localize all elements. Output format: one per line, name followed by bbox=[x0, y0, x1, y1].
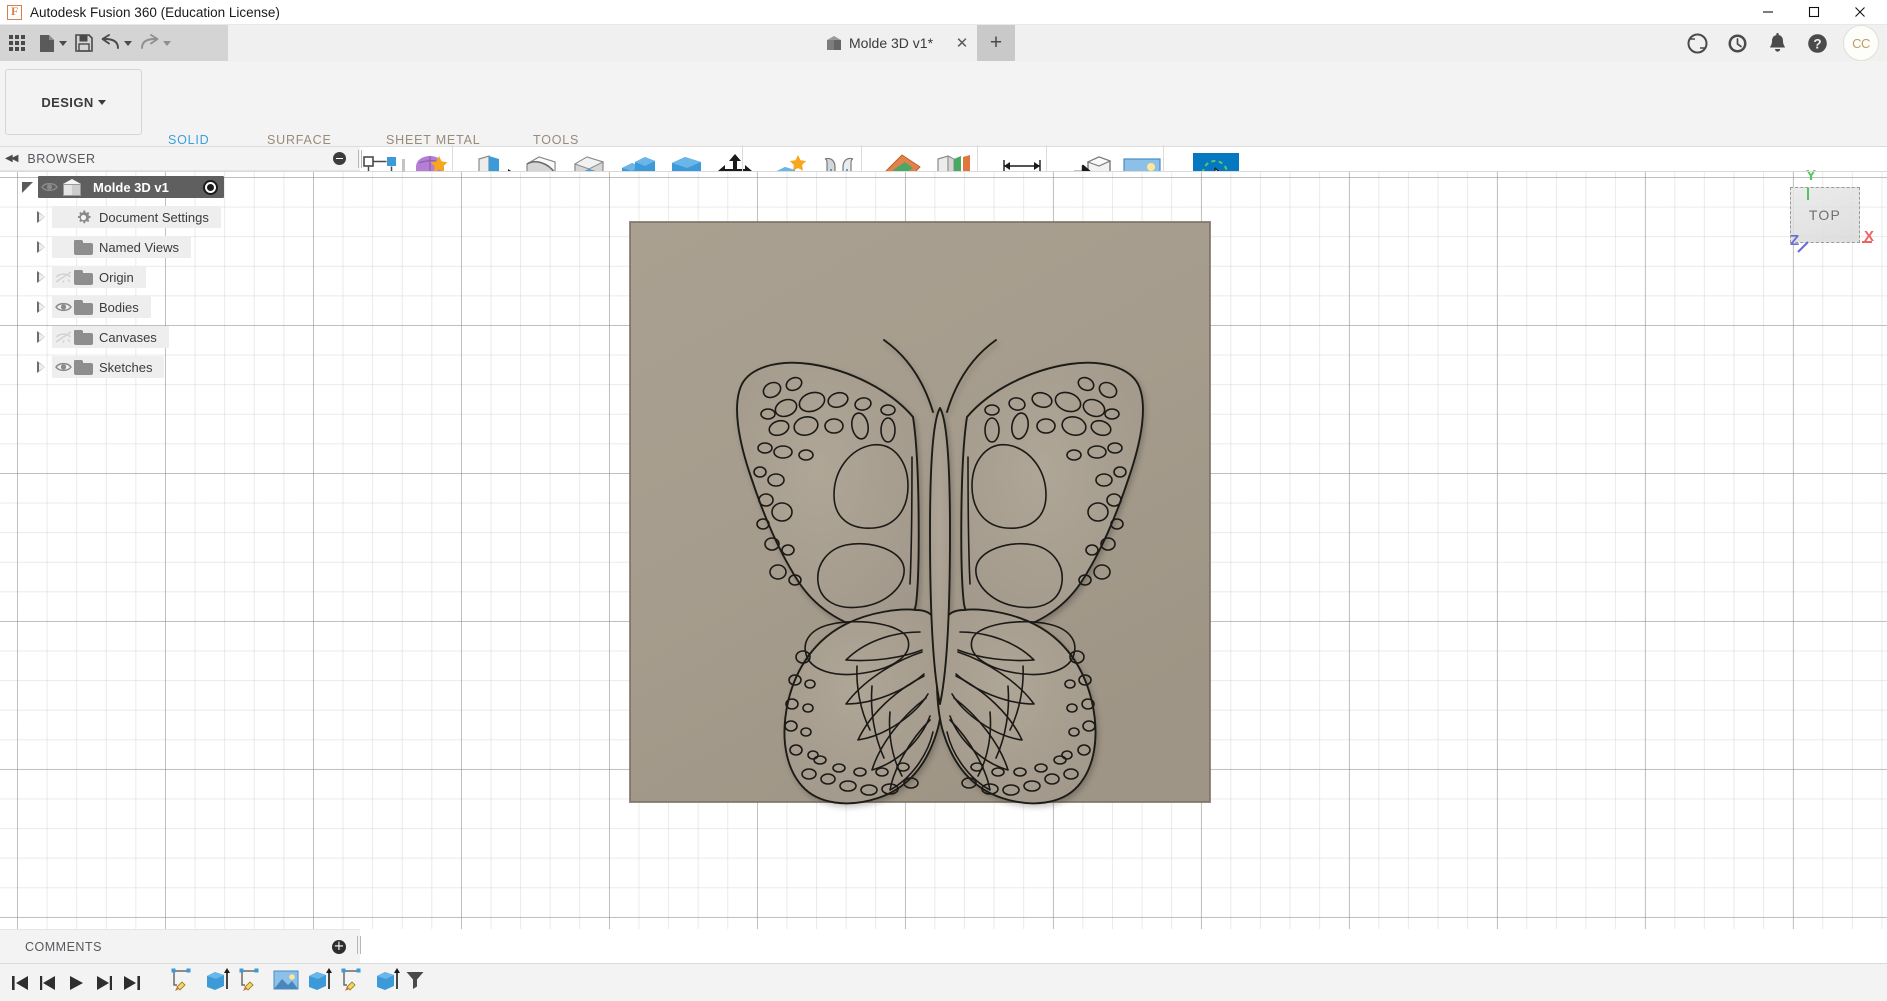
viewport-splitter-grip[interactable] bbox=[402, 159, 405, 172]
quick-access-toolbar bbox=[0, 25, 228, 61]
timeline-filter-icon[interactable] bbox=[405, 970, 425, 995]
timeline-canvas-icon[interactable] bbox=[272, 967, 302, 999]
workspace-switcher-button[interactable]: DESIGN bbox=[5, 69, 142, 135]
comments-panel-header: COMMENTS + bbox=[0, 929, 360, 963]
save-button[interactable] bbox=[71, 25, 97, 61]
ribbon-tab-sheet-metal[interactable]: SHEET METAL bbox=[386, 133, 480, 147]
view-cube-axis-indicator bbox=[1797, 188, 1872, 253]
recent-activity-icon[interactable] bbox=[1717, 25, 1757, 61]
butterfly-mold-body[interactable] bbox=[620, 212, 1260, 867]
jump-to-end-icon[interactable] bbox=[118, 968, 146, 998]
new-tab-button[interactable]: + bbox=[977, 25, 1016, 61]
notifications-icon[interactable] bbox=[1757, 25, 1797, 61]
close-tab-button[interactable]: ✕ bbox=[947, 25, 977, 61]
undo-icon bbox=[101, 33, 120, 52]
document-tab-label: Molde 3D v1* bbox=[849, 35, 934, 51]
minimize-button[interactable] bbox=[1745, 0, 1791, 25]
timeline-extrude-1-icon[interactable] bbox=[204, 967, 234, 999]
chevron-down-icon bbox=[97, 99, 106, 105]
timeline-feature-list bbox=[170, 967, 408, 999]
fusion-logo-icon bbox=[7, 4, 22, 20]
window-titlebar: Autodesk Fusion 360 (Education License) bbox=[0, 0, 1887, 25]
browser-panel-header: ◀◀ BROWSER bbox=[0, 147, 360, 171]
timeline-sketch-1-icon[interactable] bbox=[170, 967, 200, 999]
new-file-caret-icon[interactable] bbox=[59, 40, 67, 46]
quick-access-tab-row: Molde 3D v1* ✕ + ? CC bbox=[0, 25, 1887, 61]
save-icon bbox=[75, 34, 93, 52]
redo-button[interactable] bbox=[136, 25, 175, 61]
play-icon[interactable] bbox=[62, 968, 90, 998]
browser-splitter-grip[interactable] bbox=[358, 150, 362, 168]
panel-options-icon[interactable] bbox=[333, 152, 346, 165]
jump-to-beginning-icon[interactable] bbox=[6, 968, 34, 998]
timeline-extrude-2-icon[interactable] bbox=[306, 967, 336, 999]
ribbon-tab-tools[interactable]: TOOLS bbox=[533, 133, 579, 147]
add-comment-icon[interactable]: + bbox=[332, 939, 346, 954]
window-title: Autodesk Fusion 360 (Education License) bbox=[30, 4, 280, 20]
ribbon-tab-surface[interactable]: SURFACE bbox=[267, 133, 332, 147]
step-forward-icon[interactable] bbox=[90, 968, 118, 998]
comments-splitter-grip[interactable] bbox=[357, 936, 361, 954]
window-controls bbox=[1745, 0, 1887, 25]
step-back-icon[interactable] bbox=[34, 968, 62, 998]
new-file-button[interactable] bbox=[35, 25, 71, 61]
timeline-sketch-3-icon[interactable] bbox=[340, 967, 370, 999]
new-file-icon bbox=[39, 34, 55, 53]
timeline-bar bbox=[0, 963, 1887, 1001]
document-tab-molde-3d[interactable]: Molde 3D v1* bbox=[817, 25, 944, 61]
comments-panel-title: COMMENTS bbox=[25, 939, 102, 954]
viewport-overlays: TOP Y X Z bbox=[0, 167, 1887, 929]
timeline-playback-controls bbox=[6, 968, 146, 998]
cube-icon bbox=[827, 35, 842, 51]
ribbon-toolbar: DESIGN SOLID SURFACE SHEET METAL TOOLS bbox=[0, 61, 1887, 228]
user-avatar[interactable]: CC bbox=[1843, 25, 1879, 61]
titlebar-right-icons: ? CC bbox=[1677, 25, 1887, 61]
collapse-left-icon[interactable]: ◀◀ bbox=[5, 153, 18, 164]
undo-caret-icon[interactable] bbox=[124, 40, 132, 46]
document-tab-strip: Molde 3D v1* ✕ + ? CC bbox=[228, 25, 1887, 61]
maximize-button[interactable] bbox=[1791, 0, 1837, 25]
browser-panel-title: BROWSER bbox=[27, 151, 96, 166]
workspace-label: DESIGN bbox=[41, 94, 94, 110]
timeline-extrude-3-icon[interactable] bbox=[374, 967, 404, 999]
help-icon[interactable]: ? bbox=[1797, 25, 1837, 61]
redo-caret-icon[interactable] bbox=[163, 40, 171, 46]
undo-button[interactable] bbox=[97, 25, 136, 61]
ribbon-tab-solid[interactable]: SOLID bbox=[168, 133, 210, 147]
redo-icon bbox=[140, 33, 159, 52]
job-status-icon[interactable] bbox=[1677, 25, 1717, 61]
close-button[interactable] bbox=[1837, 0, 1883, 25]
timeline-sketch-2-icon[interactable] bbox=[238, 967, 268, 999]
svg-text:?: ? bbox=[1813, 36, 1821, 51]
viewport-top-divider bbox=[0, 171, 1887, 172]
app-grid-icon[interactable] bbox=[9, 34, 26, 52]
